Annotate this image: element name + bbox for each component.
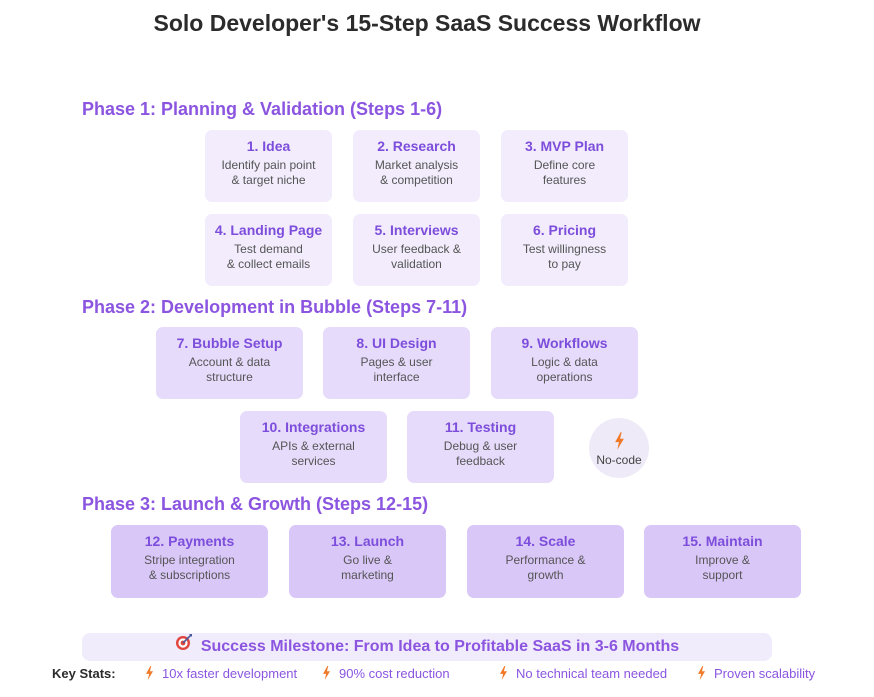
step-desc-line2: structure: [206, 370, 253, 384]
step-title: 2. Research: [377, 138, 456, 154]
step-10-card: 10. Integrations APIs & external service…: [240, 411, 387, 483]
step-desc-line2: growth: [527, 568, 564, 582]
step-3-card: 3. MVP Plan Define core features: [501, 130, 628, 202]
step-desc-line2: validation: [391, 257, 442, 271]
step-title: 10. Integrations: [261, 419, 366, 435]
step-desc-line1: Test willingness: [522, 242, 607, 256]
milestone-text: Success Milestone: From Idea to Profitab…: [200, 638, 680, 656]
lightning-icon: [145, 666, 154, 683]
step-desc-line1: Debug & user: [443, 439, 518, 453]
step-desc-line1: Logic & data: [531, 355, 598, 369]
step-desc-line2: feedback: [456, 454, 505, 468]
step-desc-line2: services: [291, 454, 336, 468]
step-title: 6. Pricing: [532, 222, 597, 238]
step-desc-line1: User feedback &: [372, 242, 461, 256]
step-desc-line2: marketing: [341, 568, 394, 582]
key-stats-label: Key Stats:: [52, 666, 116, 681]
page-title: Solo Developer's 15-Step SaaS Success Wo…: [153, 10, 701, 36]
step-title: 11. Testing: [444, 419, 517, 435]
step-desc-line1: Test demand: [234, 242, 303, 256]
step-desc-line2: support: [702, 568, 743, 582]
stat-item: No technical team needed: [499, 666, 667, 683]
lightning-icon: [499, 666, 508, 683]
step-9-card: 9. Workflows Logic & data operations: [491, 327, 638, 399]
step-14-card: 14. Scale Performance & growth: [467, 525, 624, 598]
step-desc-line1: Define core: [533, 158, 596, 172]
step-1-card: 1. Idea Identify pain point & target nic…: [205, 130, 332, 202]
step-desc-line1: Identify pain point: [221, 158, 316, 172]
step-title: 1. Idea: [246, 138, 291, 154]
step-desc-line2: & collect emails: [226, 257, 311, 271]
step-title: 15. Maintain: [682, 533, 763, 549]
no-code-badge: No-code: [589, 418, 649, 478]
step-desc-line1: Account & data: [188, 355, 271, 369]
step-4-card: 4. Landing Page Test demand & collect em…: [205, 214, 332, 286]
stat-item: 90% cost reduction: [322, 666, 450, 683]
phase-2-title: Phase 2: Development in Bubble (Steps 7-…: [82, 297, 468, 317]
step-desc-line2: interface: [373, 370, 420, 384]
step-title: 4. Landing Page: [214, 222, 323, 238]
step-2-card: 2. Research Market analysis & competitio…: [353, 130, 480, 202]
step-title: 7. Bubble Setup: [176, 335, 283, 351]
step-13-card: 13. Launch Go live & marketing: [289, 525, 446, 598]
step-title: 8. UI Design: [356, 335, 437, 351]
stat-text: 10x faster development: [162, 666, 298, 681]
step-desc-line1: Market analysis: [374, 158, 459, 172]
lightning-icon: [697, 666, 706, 683]
step-desc-line1: APIs & external: [272, 439, 355, 453]
success-milestone-banner: Success Milestone: From Idea to Profitab…: [82, 633, 772, 661]
step-6-card: 6. Pricing Test willingness to pay: [501, 214, 628, 286]
stat-text: Proven scalability: [714, 666, 816, 681]
step-title: 9. Workflows: [521, 335, 608, 351]
stat-item: 10x faster development: [145, 666, 297, 683]
step-desc-line1: Go live &: [343, 553, 392, 567]
phase-1-title: Phase 1: Planning & Validation (Steps 1-…: [82, 99, 443, 119]
step-5-card: 5. Interviews User feedback & validation: [353, 214, 480, 286]
step-desc-line1: Improve &: [695, 553, 750, 567]
lightning-icon: [589, 432, 649, 450]
step-desc-line2: & competition: [380, 173, 453, 187]
step-title: 12. Payments: [144, 533, 235, 549]
stat-text: 90% cost reduction: [339, 666, 450, 681]
stat-item: Proven scalability: [697, 666, 815, 683]
step-title: 13. Launch: [330, 533, 405, 549]
step-12-card: 12. Payments Stripe integration & subscr…: [111, 525, 268, 598]
step-desc-line1: Pages & user: [360, 355, 433, 369]
step-desc-line1: Stripe integration: [144, 553, 235, 567]
step-8-card: 8. UI Design Pages & user interface: [323, 327, 470, 399]
badge-label: No-code: [596, 453, 642, 467]
step-11-card: 11. Testing Debug & user feedback: [407, 411, 554, 483]
step-desc-line1: Performance &: [505, 553, 586, 567]
target-icon: [175, 633, 193, 661]
phase-3-title: Phase 3: Launch & Growth (Steps 12-15): [82, 494, 429, 514]
lightning-icon: [322, 666, 331, 683]
step-desc-line2: operations: [536, 370, 593, 384]
step-desc-line2: features: [542, 173, 587, 187]
step-7-card: 7. Bubble Setup Account & data structure: [156, 327, 303, 399]
stat-text: No technical team needed: [516, 666, 668, 681]
step-desc-line2: & subscriptions: [148, 568, 231, 582]
step-title: 14. Scale: [515, 533, 576, 549]
step-desc-line2: to pay: [548, 257, 581, 271]
step-desc-line2: & target niche: [231, 173, 306, 187]
step-title: 5. Interviews: [374, 222, 459, 238]
step-15-card: 15. Maintain Improve & support: [644, 525, 801, 598]
step-title: 3. MVP Plan: [524, 138, 605, 154]
